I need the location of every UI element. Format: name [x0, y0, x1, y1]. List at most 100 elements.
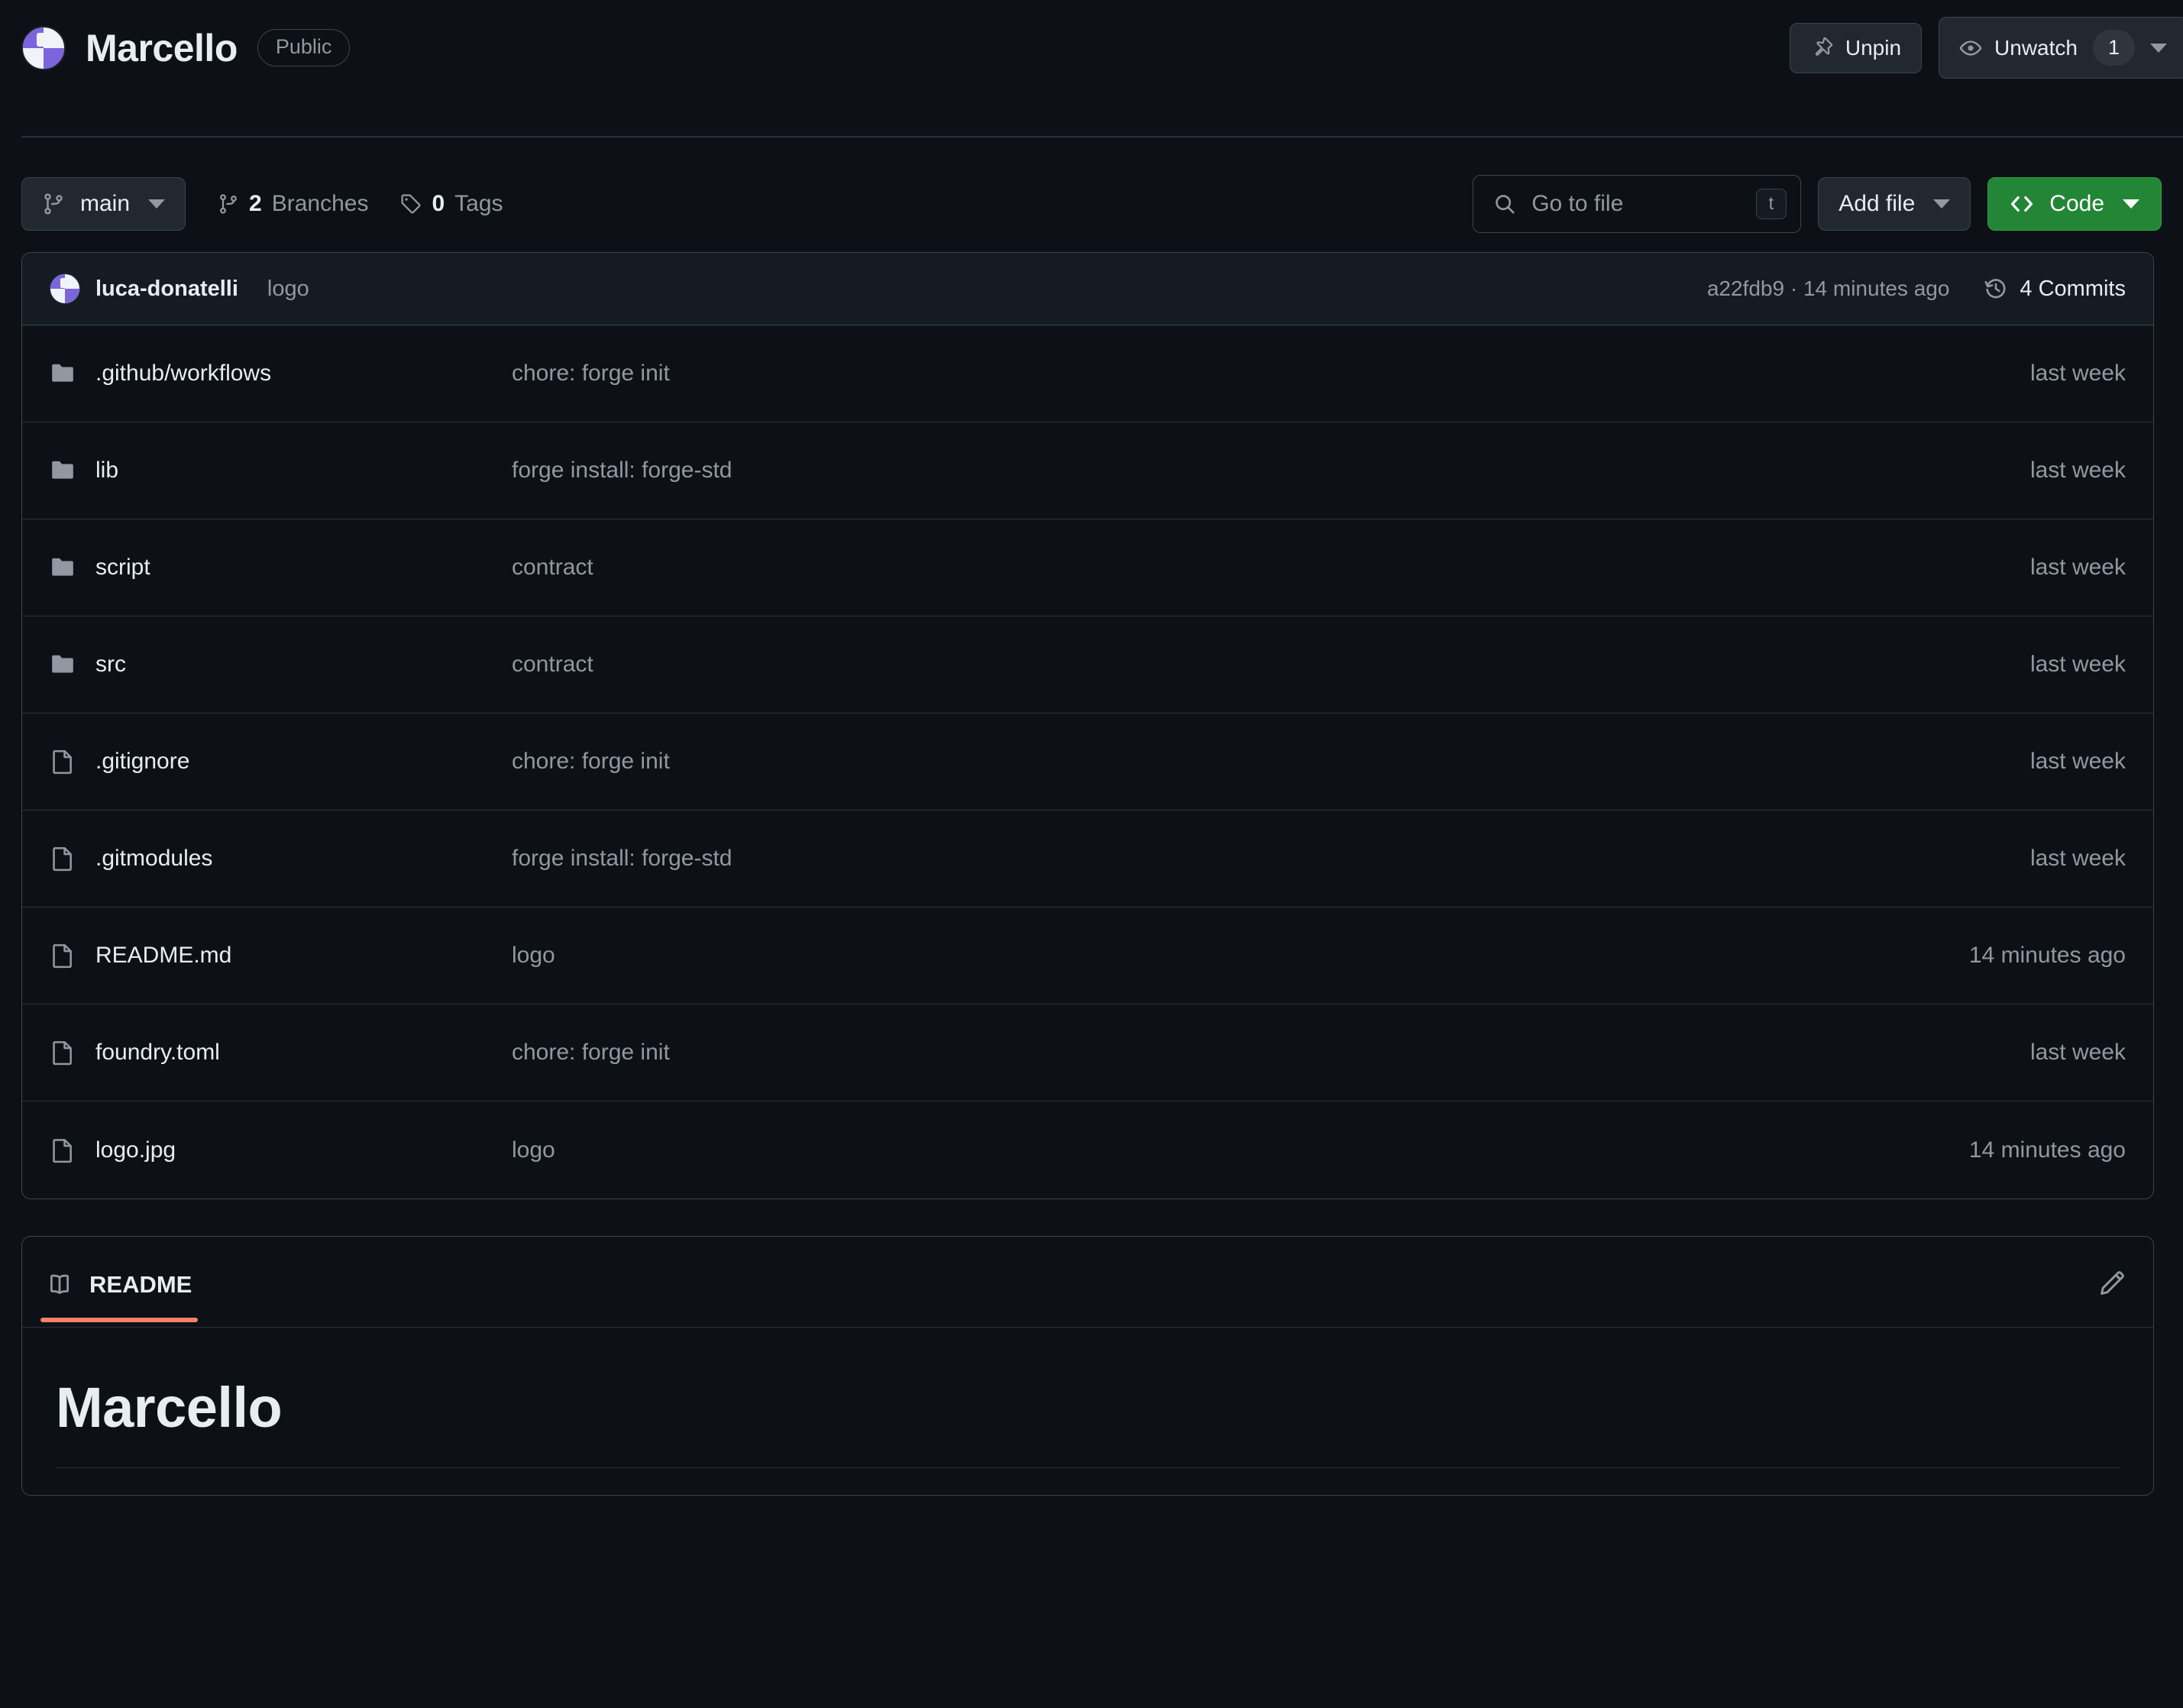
- file-commit-message[interactable]: forge install: forge-std: [512, 458, 2030, 484]
- visibility-badge: Public: [257, 29, 351, 66]
- table-row[interactable]: foundry.toml chore: forge init last week: [22, 1004, 2153, 1101]
- branches-label: Branches: [271, 191, 369, 216]
- file-icon: [53, 750, 72, 775]
- file-commit-message[interactable]: forge install: forge-std: [512, 846, 2030, 872]
- repo-owner-avatar[interactable]: [21, 25, 66, 70]
- folder-icon: [52, 655, 73, 673]
- file-icon: [53, 847, 72, 872]
- unpin-button[interactable]: Unpin: [1789, 22, 1923, 73]
- file-name-cell[interactable]: script: [50, 555, 512, 581]
- file-commit-time: last week: [2029, 555, 2126, 580]
- git-branch-icon: [44, 193, 63, 215]
- file-name[interactable]: src: [95, 652, 126, 678]
- chevron-down-icon[interactable]: [1933, 199, 1951, 209]
- file-name[interactable]: README.md: [95, 943, 231, 969]
- commits-link[interactable]: 4 Commits: [1984, 277, 2126, 302]
- code-button[interactable]: Code: [1987, 177, 2162, 231]
- table-row[interactable]: .gitignore chore: forge init last week: [22, 713, 2153, 810]
- file-commit-message[interactable]: chore: forge init: [512, 361, 2030, 387]
- file-row-list: .github/workflows chore: forge init last w…: [22, 325, 2153, 1199]
- file-commit-message[interactable]: contract: [512, 652, 2030, 678]
- go-to-file-search[interactable]: Go to file t: [1473, 175, 1802, 233]
- commit-separator: ·: [1790, 277, 1798, 300]
- search-input[interactable]: Go to file: [1531, 191, 1740, 217]
- tag-icon: [401, 194, 421, 214]
- commit-message[interactable]: logo: [267, 277, 309, 302]
- file-icon: [53, 944, 72, 969]
- code-label: Code: [2049, 191, 2104, 216]
- history-icon: [1984, 279, 2006, 299]
- page-title[interactable]: Marcello: [86, 26, 238, 70]
- table-row[interactable]: script contract last week: [22, 519, 2153, 616]
- avatar[interactable]: [50, 273, 80, 304]
- tab-readme[interactable]: README: [40, 1271, 199, 1322]
- commit-hash[interactable]: a22fdb9: [1707, 277, 1784, 300]
- latest-commit-bar: luca-donatelli logo a22fdb9 · 14 minutes…: [22, 253, 2153, 325]
- file-name-cell[interactable]: .gitignore: [50, 749, 512, 775]
- watch-count-badge: 1: [2092, 30, 2135, 66]
- eye-icon: [1959, 40, 1982, 56]
- file-name-cell[interactable]: README.md: [50, 943, 512, 969]
- file-name[interactable]: script: [95, 555, 150, 581]
- tags-link[interactable]: 0 Tags: [400, 191, 503, 217]
- table-row[interactable]: lib forge install: forge-std last week: [22, 422, 2153, 519]
- code-icon: [2011, 196, 2033, 212]
- add-file-label: Add file: [1839, 191, 1916, 216]
- edit-readme-button[interactable]: [2098, 1270, 2126, 1301]
- branches-count: 2: [249, 191, 262, 216]
- readme-panel: README Marcello: [21, 1236, 2154, 1496]
- table-row[interactable]: logo.jpg logo 14 minutes ago: [22, 1101, 2153, 1199]
- file-commit-time: last week: [2029, 361, 2126, 386]
- file-commit-message[interactable]: chore: forge init: [512, 749, 2030, 775]
- table-row[interactable]: .gitmodules forge install: forge-std last …: [22, 810, 2153, 907]
- file-commit-message[interactable]: chore: forge init: [512, 1040, 2030, 1066]
- file-name-cell[interactable]: src: [50, 652, 512, 678]
- search-shortcut-badge: t: [1755, 189, 1787, 219]
- folder-icon: [52, 364, 73, 382]
- readme-header: README: [22, 1237, 2153, 1327]
- chevron-down-icon[interactable]: [148, 199, 166, 209]
- unwatch-button[interactable]: Unwatch 1: [1939, 17, 2183, 79]
- repo-header: Marcello Public Unpin Unwatch 1: [0, 0, 2183, 137]
- branch-selector[interactable]: main: [21, 177, 186, 231]
- readme-tab-label: README: [89, 1271, 192, 1298]
- commit-hash-and-time: a22fdb9 · 14 minutes ago: [1707, 277, 1950, 301]
- file-commit-time: last week: [2029, 652, 2126, 677]
- git-branch-icon: [220, 194, 237, 214]
- file-name[interactable]: .gitignore: [95, 749, 189, 775]
- file-commit-message[interactable]: logo: [512, 1137, 1969, 1163]
- file-name[interactable]: foundry.toml: [95, 1040, 220, 1066]
- add-file-button[interactable]: Add file: [1818, 177, 1971, 231]
- commit-author-name[interactable]: luca-donatelli: [95, 277, 238, 302]
- repo-title-group: Marcello Public: [21, 25, 351, 70]
- file-commit-message[interactable]: contract: [512, 555, 2030, 581]
- repo-toolbar: main 2 Branches 0 Tags Go to file t Add …: [21, 137, 2162, 233]
- file-commit-time: last week: [2029, 846, 2126, 871]
- file-name[interactable]: logo.jpg: [95, 1137, 176, 1163]
- file-commit-time: last week: [2029, 1040, 2126, 1065]
- table-row[interactable]: README.md logo 14 minutes ago: [22, 907, 2153, 1004]
- tags-count: 0: [432, 191, 445, 216]
- file-icon: [53, 1041, 72, 1066]
- pin-icon: [1815, 37, 1833, 56]
- commits-count-label: 4 Commits: [2020, 276, 2126, 301]
- folder-icon: [52, 558, 73, 576]
- file-name-cell[interactable]: logo.jpg: [50, 1137, 512, 1163]
- chevron-down-icon[interactable]: [2123, 199, 2139, 209]
- chevron-down-icon[interactable]: [2150, 43, 2167, 53]
- file-name-cell[interactable]: .gitmodules: [50, 846, 512, 872]
- folder-icon: [52, 461, 73, 479]
- file-name-cell[interactable]: .github/workflows: [50, 361, 512, 387]
- file-commit-message[interactable]: logo: [512, 943, 1969, 969]
- file-name[interactable]: .gitmodules: [95, 846, 212, 872]
- branches-link[interactable]: 2 Branches: [218, 191, 368, 217]
- file-name[interactable]: .github/workflows: [95, 361, 271, 387]
- file-name-cell[interactable]: lib: [50, 458, 512, 484]
- readme-content: Marcello: [22, 1328, 2153, 1468]
- unpin-label: Unpin: [1845, 35, 1902, 60]
- table-row[interactable]: src contract last week: [22, 616, 2153, 713]
- file-name[interactable]: lib: [95, 458, 118, 484]
- table-row[interactable]: .github/workflows chore: forge init last w…: [22, 325, 2153, 422]
- file-name-cell[interactable]: foundry.toml: [50, 1040, 512, 1066]
- file-commit-time: 14 minutes ago: [1968, 1137, 2126, 1163]
